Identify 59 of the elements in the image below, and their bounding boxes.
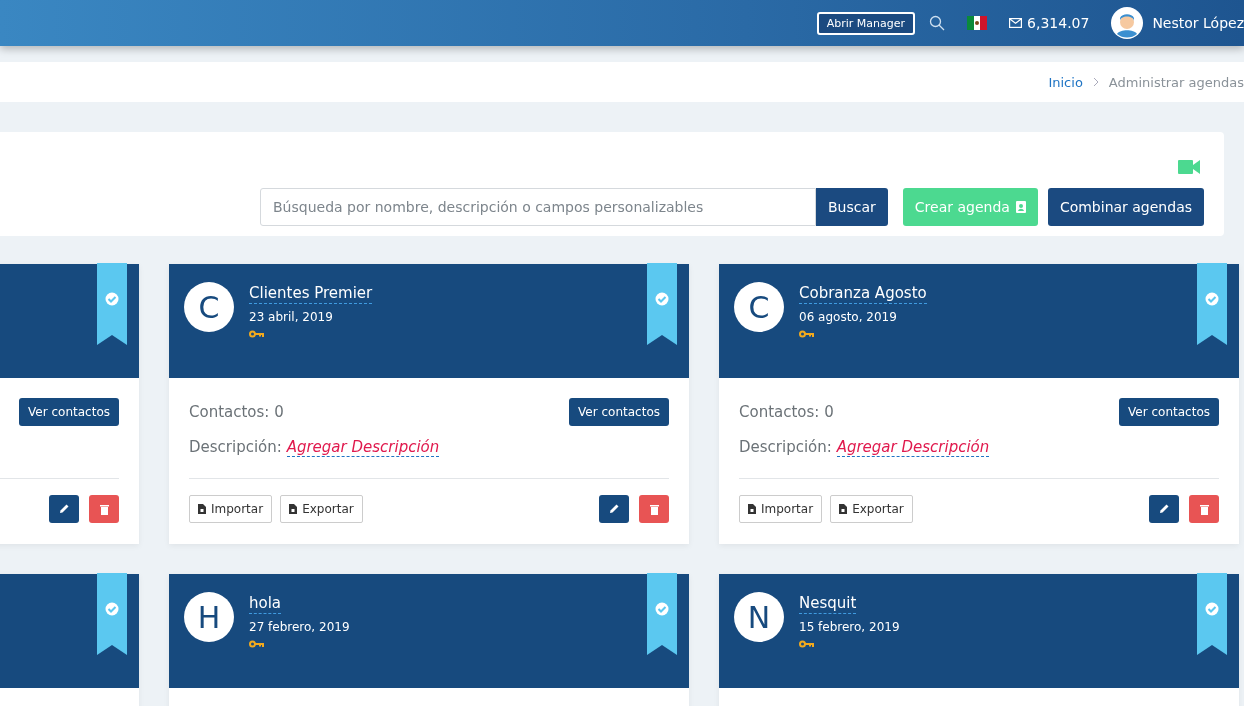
user-name[interactable]: Nestor López: [1152, 15, 1244, 31]
export-button[interactable]: Exportar: [830, 495, 913, 523]
trash-icon: [99, 503, 109, 515]
view-contacts-button[interactable]: Ver contactos: [569, 398, 669, 426]
trash-icon: [649, 503, 659, 515]
agenda-title[interactable]: hola: [249, 594, 282, 614]
trash-icon: [1199, 503, 1209, 515]
agenda-title[interactable]: Cobranza Agosto: [799, 284, 927, 304]
edit-button[interactable]: [599, 495, 629, 523]
description-label: Descripción:: [189, 438, 282, 456]
document-icon: [289, 504, 298, 514]
flag-icon[interactable]: [967, 16, 988, 30]
breadcrumb-current: Administrar agendas: [1108, 74, 1244, 90]
document-icon: [748, 504, 756, 514]
view-contacts-button[interactable]: Ver contactos: [19, 398, 119, 426]
delete-button[interactable]: [1189, 495, 1219, 523]
add-description-link[interactable]: Agregar Descripción: [836, 438, 990, 457]
agenda-date: 27 febrero, 2019: [249, 620, 350, 634]
document-icon: [198, 504, 206, 514]
mail-icon: [1009, 18, 1023, 28]
avatar-letter: C: [734, 282, 784, 332]
balance-amount: 6,314.07: [1027, 15, 1090, 31]
contacts-count: Contactos: 0: [189, 403, 284, 421]
edit-button[interactable]: [49, 495, 79, 523]
open-manager-button[interactable]: Abrir Manager: [816, 11, 916, 35]
avatar-letter: N: [734, 592, 784, 642]
document-icon: [839, 504, 848, 514]
pencil-icon: [1159, 504, 1169, 514]
breadcrumb-link[interactable]: Inicio: [1048, 74, 1083, 90]
chevron-icon: [1092, 77, 1099, 87]
view-contacts-button[interactable]: Ver contactos: [1119, 398, 1219, 426]
avatar-letter: H: [184, 592, 234, 642]
key-icon: [249, 640, 264, 648]
export-button[interactable]: Exportar: [280, 495, 363, 523]
avatar-letter: C: [184, 282, 234, 332]
import-button[interactable]: Importar: [739, 495, 823, 523]
merge-agendas-button[interactable]: Combinar agendas: [1047, 188, 1204, 226]
delete-button[interactable]: [89, 495, 119, 523]
search-button[interactable]: Buscar: [816, 188, 888, 226]
search-icon[interactable]: [929, 15, 946, 31]
search-field[interactable]: Búsqueda por nombre, descripción o campos personalizables: [260, 188, 816, 226]
key-icon: [799, 330, 814, 338]
agenda-date: 23 abril, 2019: [249, 310, 334, 324]
pencil-icon: [59, 504, 69, 514]
add-description-link[interactable]: Agregar Descripción: [286, 438, 440, 457]
key-icon: [249, 330, 264, 338]
contact-book-icon: [1015, 201, 1026, 213]
key-icon: [799, 640, 814, 648]
agenda-title[interactable]: Nesquit: [799, 594, 857, 614]
delete-button[interactable]: [639, 495, 669, 523]
edit-button[interactable]: [1149, 495, 1179, 523]
import-button[interactable]: Importar: [189, 495, 273, 523]
agenda-date: 15 febrero, 2019: [799, 620, 900, 634]
agenda-title[interactable]: Clientes Premier: [249, 284, 373, 304]
contacts-count: Contactos: 0: [739, 403, 834, 421]
pencil-icon: [609, 504, 619, 514]
agenda-date: 06 agosto, 2019: [799, 310, 898, 324]
description-label: Descripción:: [739, 438, 832, 456]
avatar-icon[interactable]: [1111, 7, 1144, 39]
